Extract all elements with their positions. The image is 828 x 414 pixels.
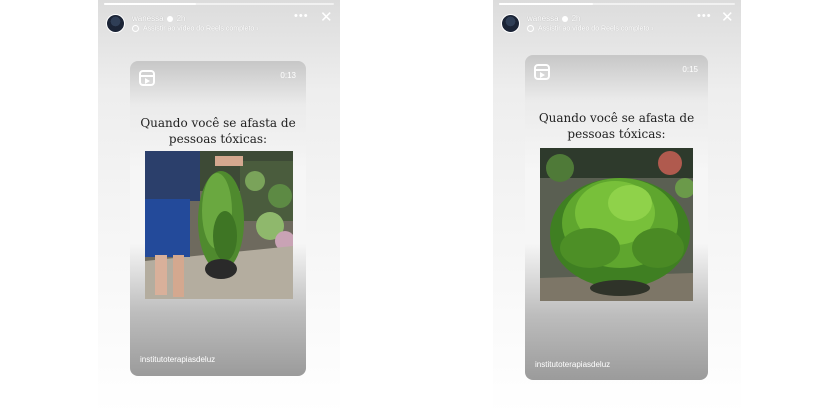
- close-icon[interactable]: ✕: [721, 10, 734, 25]
- username[interactable]: wanessa: [132, 14, 164, 23]
- reel-timer: 0:15: [682, 65, 698, 74]
- caption-line-2: pessoas tóxicas:: [567, 126, 666, 141]
- fern-plant-image: [540, 148, 693, 301]
- reels-link-icon: [527, 25, 534, 32]
- reel-video-thumbnail[interactable]: [540, 148, 693, 301]
- story-viewer-right: wanessa 2h Assistir ao vídeo do Reels com…: [493, 0, 741, 414]
- person-holding-plant-image: [145, 151, 293, 299]
- post-time: 2h: [571, 14, 581, 23]
- reels-icon: [534, 64, 550, 80]
- username[interactable]: wanessa: [527, 14, 559, 23]
- watch-full-reel-link[interactable]: Assistir ao vídeo do Reels completo ›: [527, 25, 654, 32]
- reels-icon: [139, 70, 155, 86]
- story-header: wanessa 2h: [132, 14, 185, 23]
- avatar[interactable]: [106, 14, 125, 33]
- caption-line-1: Quando você se afasta de: [538, 111, 695, 125]
- reel-author-handle[interactable]: institutoterapiasdeluz: [535, 360, 610, 369]
- reel-timer: 0:13: [280, 71, 296, 80]
- post-time: 2h: [176, 14, 186, 23]
- story-header: wanessa 2h: [527, 14, 580, 23]
- caption-line-2: pessoas tóxicas:: [168, 131, 268, 146]
- reel-video-thumbnail[interactable]: [145, 151, 293, 299]
- story-progress-bar: [499, 3, 735, 5]
- avatar[interactable]: [501, 14, 520, 33]
- story-progress-fill: [499, 3, 594, 5]
- caption-line-1: Quando você se afasta de: [140, 116, 296, 130]
- more-options-icon[interactable]: •••: [294, 11, 309, 22]
- reel-caption: Quando você se afasta de pessoas tóxicas…: [130, 116, 306, 147]
- reel-author-handle[interactable]: institutoterapiasdeluz: [140, 355, 215, 364]
- watch-full-reel-label: Assistir ao vídeo do Reels completo ›: [538, 25, 654, 33]
- verified-badge-icon: [166, 15, 173, 22]
- close-icon[interactable]: ✕: [320, 10, 333, 25]
- shared-reel-card[interactable]: 0:15 Quando você se afasta de pessoas tó…: [525, 55, 708, 380]
- watch-full-reel-label: Assistir ao vídeo do Reels completo ›: [143, 25, 259, 33]
- story-progress-bar: [104, 3, 334, 5]
- shared-reel-card[interactable]: 0:13 Quando você se afasta de pessoas tó…: [130, 61, 306, 376]
- more-options-icon[interactable]: •••: [697, 11, 712, 22]
- watch-full-reel-link[interactable]: Assistir ao vídeo do Reels completo ›: [132, 25, 259, 32]
- verified-badge-icon: [561, 15, 568, 22]
- reels-link-icon: [132, 25, 139, 32]
- story-viewer-left: wanessa 2h Assistir ao vídeo do Reels com…: [98, 0, 340, 414]
- reel-caption: Quando você se afasta de pessoas tóxicas…: [525, 111, 708, 142]
- story-progress-fill: [104, 3, 196, 5]
